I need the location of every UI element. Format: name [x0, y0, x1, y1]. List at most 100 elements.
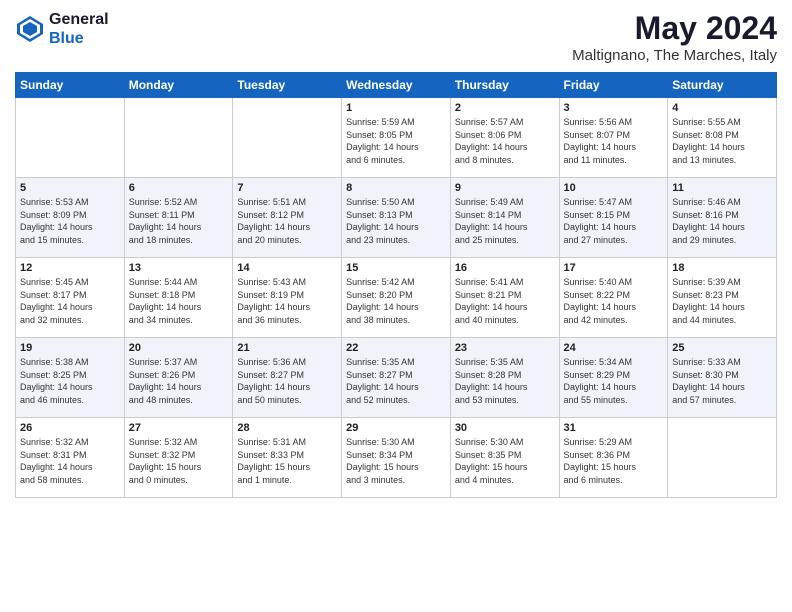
day-cell: 13 Sunrise: 5:44 AM Sunset: 8:18 PM Dayli…: [124, 258, 233, 338]
day-cell: 12 Sunrise: 5:45 AM Sunset: 8:17 PM Dayli…: [16, 258, 125, 338]
logo-text: General Blue: [49, 10, 109, 48]
day-info: Sunrise: 5:44 AM Sunset: 8:18 PM Dayligh…: [129, 276, 229, 326]
day-info: Sunrise: 5:32 AM Sunset: 8:32 PM Dayligh…: [129, 436, 229, 486]
day-number: 28: [237, 422, 337, 434]
day-number: 30: [455, 422, 555, 434]
main-title: May 2024: [572, 10, 777, 47]
day-info: Sunrise: 5:31 AM Sunset: 8:33 PM Dayligh…: [237, 436, 337, 486]
day-number: 23: [455, 342, 555, 354]
day-info: Sunrise: 5:30 AM Sunset: 8:35 PM Dayligh…: [455, 436, 555, 486]
col-tuesday: Tuesday: [233, 73, 342, 98]
day-cell: [124, 98, 233, 178]
logo-general: General: [49, 10, 109, 29]
week-row-2: 12 Sunrise: 5:45 AM Sunset: 8:17 PM Dayli…: [16, 258, 777, 338]
day-info: Sunrise: 5:56 AM Sunset: 8:07 PM Dayligh…: [564, 116, 664, 166]
day-number: 11: [672, 182, 772, 194]
day-info: Sunrise: 5:42 AM Sunset: 8:20 PM Dayligh…: [346, 276, 446, 326]
day-number: 6: [129, 182, 229, 194]
day-number: 4: [672, 102, 772, 114]
day-number: 5: [20, 182, 120, 194]
day-cell: 25 Sunrise: 5:33 AM Sunset: 8:30 PM Dayli…: [668, 338, 777, 418]
day-info: Sunrise: 5:30 AM Sunset: 8:34 PM Dayligh…: [346, 436, 446, 486]
logo-icon: [15, 14, 45, 44]
day-number: 7: [237, 182, 337, 194]
day-cell: 17 Sunrise: 5:40 AM Sunset: 8:22 PM Dayli…: [559, 258, 668, 338]
day-cell: 6 Sunrise: 5:52 AM Sunset: 8:11 PM Daylig…: [124, 178, 233, 258]
day-number: 1: [346, 102, 446, 114]
day-cell: 7 Sunrise: 5:51 AM Sunset: 8:12 PM Daylig…: [233, 178, 342, 258]
day-cell: 15 Sunrise: 5:42 AM Sunset: 8:20 PM Dayli…: [342, 258, 451, 338]
col-saturday: Saturday: [668, 73, 777, 98]
day-info: Sunrise: 5:35 AM Sunset: 8:27 PM Dayligh…: [346, 356, 446, 406]
day-info: Sunrise: 5:49 AM Sunset: 8:14 PM Dayligh…: [455, 196, 555, 246]
day-number: 27: [129, 422, 229, 434]
header-row: SundayMondayTuesdayWednesdayThursdayFrid…: [16, 73, 777, 98]
day-info: Sunrise: 5:52 AM Sunset: 8:11 PM Dayligh…: [129, 196, 229, 246]
week-row-4: 26Sunrise: 5:32 AM Sunset: 8:31 PM Dayli…: [16, 418, 777, 498]
logo: General Blue: [15, 10, 109, 48]
day-cell: 24Sunrise: 5:34 AM Sunset: 8:29 PM Dayli…: [559, 338, 668, 418]
day-cell: 16 Sunrise: 5:41 AM Sunset: 8:21 PM Dayli…: [450, 258, 559, 338]
day-cell: 2Sunrise: 5:57 AM Sunset: 8:06 PM Daylig…: [450, 98, 559, 178]
day-number: 3: [564, 102, 664, 114]
day-info: Sunrise: 5:29 AM Sunset: 8:36 PM Dayligh…: [564, 436, 664, 486]
day-number: 16: [455, 262, 555, 274]
day-info: Sunrise: 5:40 AM Sunset: 8:22 PM Dayligh…: [564, 276, 664, 326]
day-cell: 26Sunrise: 5:32 AM Sunset: 8:31 PM Dayli…: [16, 418, 125, 498]
day-number: 18: [672, 262, 772, 274]
day-info: Sunrise: 5:51 AM Sunset: 8:12 PM Dayligh…: [237, 196, 337, 246]
day-cell: 19Sunrise: 5:38 AM Sunset: 8:25 PM Dayli…: [16, 338, 125, 418]
day-cell: 4 Sunrise: 5:55 AM Sunset: 8:08 PM Daylig…: [668, 98, 777, 178]
day-number: 2: [455, 102, 555, 114]
day-cell: 27 Sunrise: 5:32 AM Sunset: 8:32 PM Dayli…: [124, 418, 233, 498]
logo-blue: Blue: [49, 29, 109, 48]
day-cell: 18 Sunrise: 5:39 AM Sunset: 8:23 PM Dayli…: [668, 258, 777, 338]
calendar-table: SundayMondayTuesdayWednesdayThursdayFrid…: [15, 72, 777, 498]
day-number: 22: [346, 342, 446, 354]
subtitle: Maltignano, The Marches, Italy: [572, 47, 777, 64]
day-info: Sunrise: 5:39 AM Sunset: 8:23 PM Dayligh…: [672, 276, 772, 326]
day-cell: 21 Sunrise: 5:36 AM Sunset: 8:27 PM Dayli…: [233, 338, 342, 418]
day-cell: 9 Sunrise: 5:49 AM Sunset: 8:14 PM Daylig…: [450, 178, 559, 258]
day-number: 13: [129, 262, 229, 274]
day-cell: 8 Sunrise: 5:50 AM Sunset: 8:13 PM Daylig…: [342, 178, 451, 258]
col-sunday: Sunday: [16, 73, 125, 98]
day-number: 8: [346, 182, 446, 194]
day-cell: 23Sunrise: 5:35 AM Sunset: 8:28 PM Dayli…: [450, 338, 559, 418]
day-cell: 20Sunrise: 5:37 AM Sunset: 8:26 PM Dayli…: [124, 338, 233, 418]
day-info: Sunrise: 5:41 AM Sunset: 8:21 PM Dayligh…: [455, 276, 555, 326]
col-thursday: Thursday: [450, 73, 559, 98]
day-info: Sunrise: 5:43 AM Sunset: 8:19 PM Dayligh…: [237, 276, 337, 326]
day-info: Sunrise: 5:34 AM Sunset: 8:29 PM Dayligh…: [564, 356, 664, 406]
col-friday: Friday: [559, 73, 668, 98]
day-number: 25: [672, 342, 772, 354]
day-number: 15: [346, 262, 446, 274]
day-info: Sunrise: 5:50 AM Sunset: 8:13 PM Dayligh…: [346, 196, 446, 246]
day-info: Sunrise: 5:46 AM Sunset: 8:16 PM Dayligh…: [672, 196, 772, 246]
day-cell: 10Sunrise: 5:47 AM Sunset: 8:15 PM Dayli…: [559, 178, 668, 258]
day-cell: [233, 98, 342, 178]
day-cell: 22 Sunrise: 5:35 AM Sunset: 8:27 PM Dayli…: [342, 338, 451, 418]
day-info: Sunrise: 5:33 AM Sunset: 8:30 PM Dayligh…: [672, 356, 772, 406]
day-number: 17: [564, 262, 664, 274]
day-info: Sunrise: 5:36 AM Sunset: 8:27 PM Dayligh…: [237, 356, 337, 406]
day-number: 20: [129, 342, 229, 354]
day-number: 21: [237, 342, 337, 354]
title-block: May 2024 Maltignano, The Marches, Italy: [572, 10, 777, 64]
day-number: 31: [564, 422, 664, 434]
day-cell: 1Sunrise: 5:59 AM Sunset: 8:05 PM Daylig…: [342, 98, 451, 178]
day-info: Sunrise: 5:55 AM Sunset: 8:08 PM Dayligh…: [672, 116, 772, 166]
day-cell: 28 Sunrise: 5:31 AM Sunset: 8:33 PM Dayli…: [233, 418, 342, 498]
day-cell: 31 Sunrise: 5:29 AM Sunset: 8:36 PM Dayli…: [559, 418, 668, 498]
day-number: 12: [20, 262, 120, 274]
col-wednesday: Wednesday: [342, 73, 451, 98]
day-cell: [16, 98, 125, 178]
week-row-3: 19Sunrise: 5:38 AM Sunset: 8:25 PM Dayli…: [16, 338, 777, 418]
page: General Blue May 2024 Maltignano, The Ma…: [0, 0, 792, 612]
day-info: Sunrise: 5:45 AM Sunset: 8:17 PM Dayligh…: [20, 276, 120, 326]
day-cell: 3 Sunrise: 5:56 AM Sunset: 8:07 PM Daylig…: [559, 98, 668, 178]
day-number: 19: [20, 342, 120, 354]
day-info: Sunrise: 5:47 AM Sunset: 8:15 PM Dayligh…: [564, 196, 664, 246]
day-number: 9: [455, 182, 555, 194]
day-cell: [668, 418, 777, 498]
